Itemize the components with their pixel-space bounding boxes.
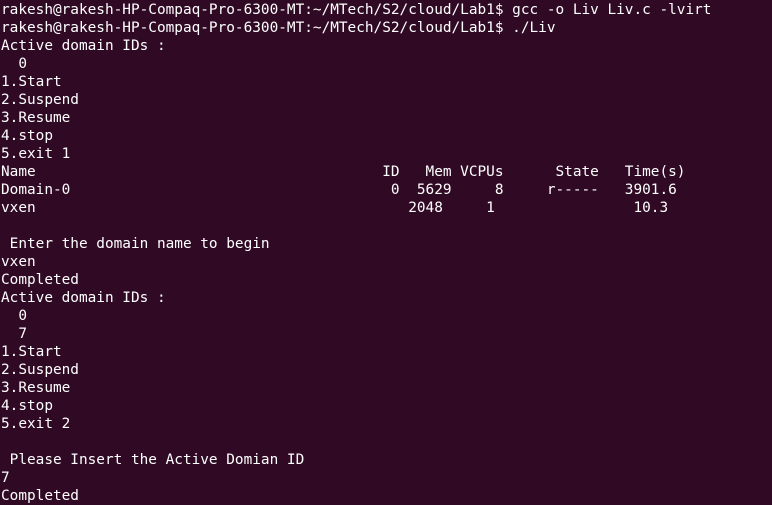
terminal-line: 3.Resume [1,110,71,126]
terminal-line: Please Insert the Active Domian ID [1,452,305,468]
terminal-line: Domain-0 0 5629 8 r----- 3901.6 [1,182,677,198]
terminal-line: rakesh@rakesh-HP-Compaq-Pro-6300-MT:~/MT… [1,20,556,36]
terminal-line: 2.Suspend [1,362,79,378]
terminal-line: 7 [1,326,27,342]
terminal-line: vxen 2048 1 10.3 [1,200,669,216]
terminal-line: 3.Resume [1,380,71,396]
terminal-window[interactable]: rakesh@rakesh-HP-Compaq-Pro-6300-MT:~/MT… [0,0,772,505]
terminal-line: Active domain IDs : [1,38,166,54]
terminal-line: 4.stop [1,398,53,414]
terminal-line: 5.exit 2 [1,416,71,432]
terminal-line: Completed [1,272,79,288]
terminal-line: Active domain IDs : [1,290,166,306]
terminal-line: 4.stop [1,128,53,144]
terminal-line: rakesh@rakesh-HP-Compaq-Pro-6300-MT:~/MT… [1,2,712,18]
terminal-line: vxen [1,254,36,270]
terminal-line: Completed [1,488,79,504]
terminal-line: 1.Start [1,344,62,360]
terminal-line: 2.Suspend [1,92,79,108]
terminal-line: Name ID Mem VCPUs State Time(s) [1,164,686,180]
terminal-line: Enter the domain name to begin [1,236,270,252]
terminal-line: 0 [1,308,27,324]
terminal-line: 1.Start [1,74,62,90]
terminal-line: 5.exit 1 [1,146,71,162]
terminal-line: 0 [1,56,27,72]
terminal-line: 7 [1,470,10,486]
